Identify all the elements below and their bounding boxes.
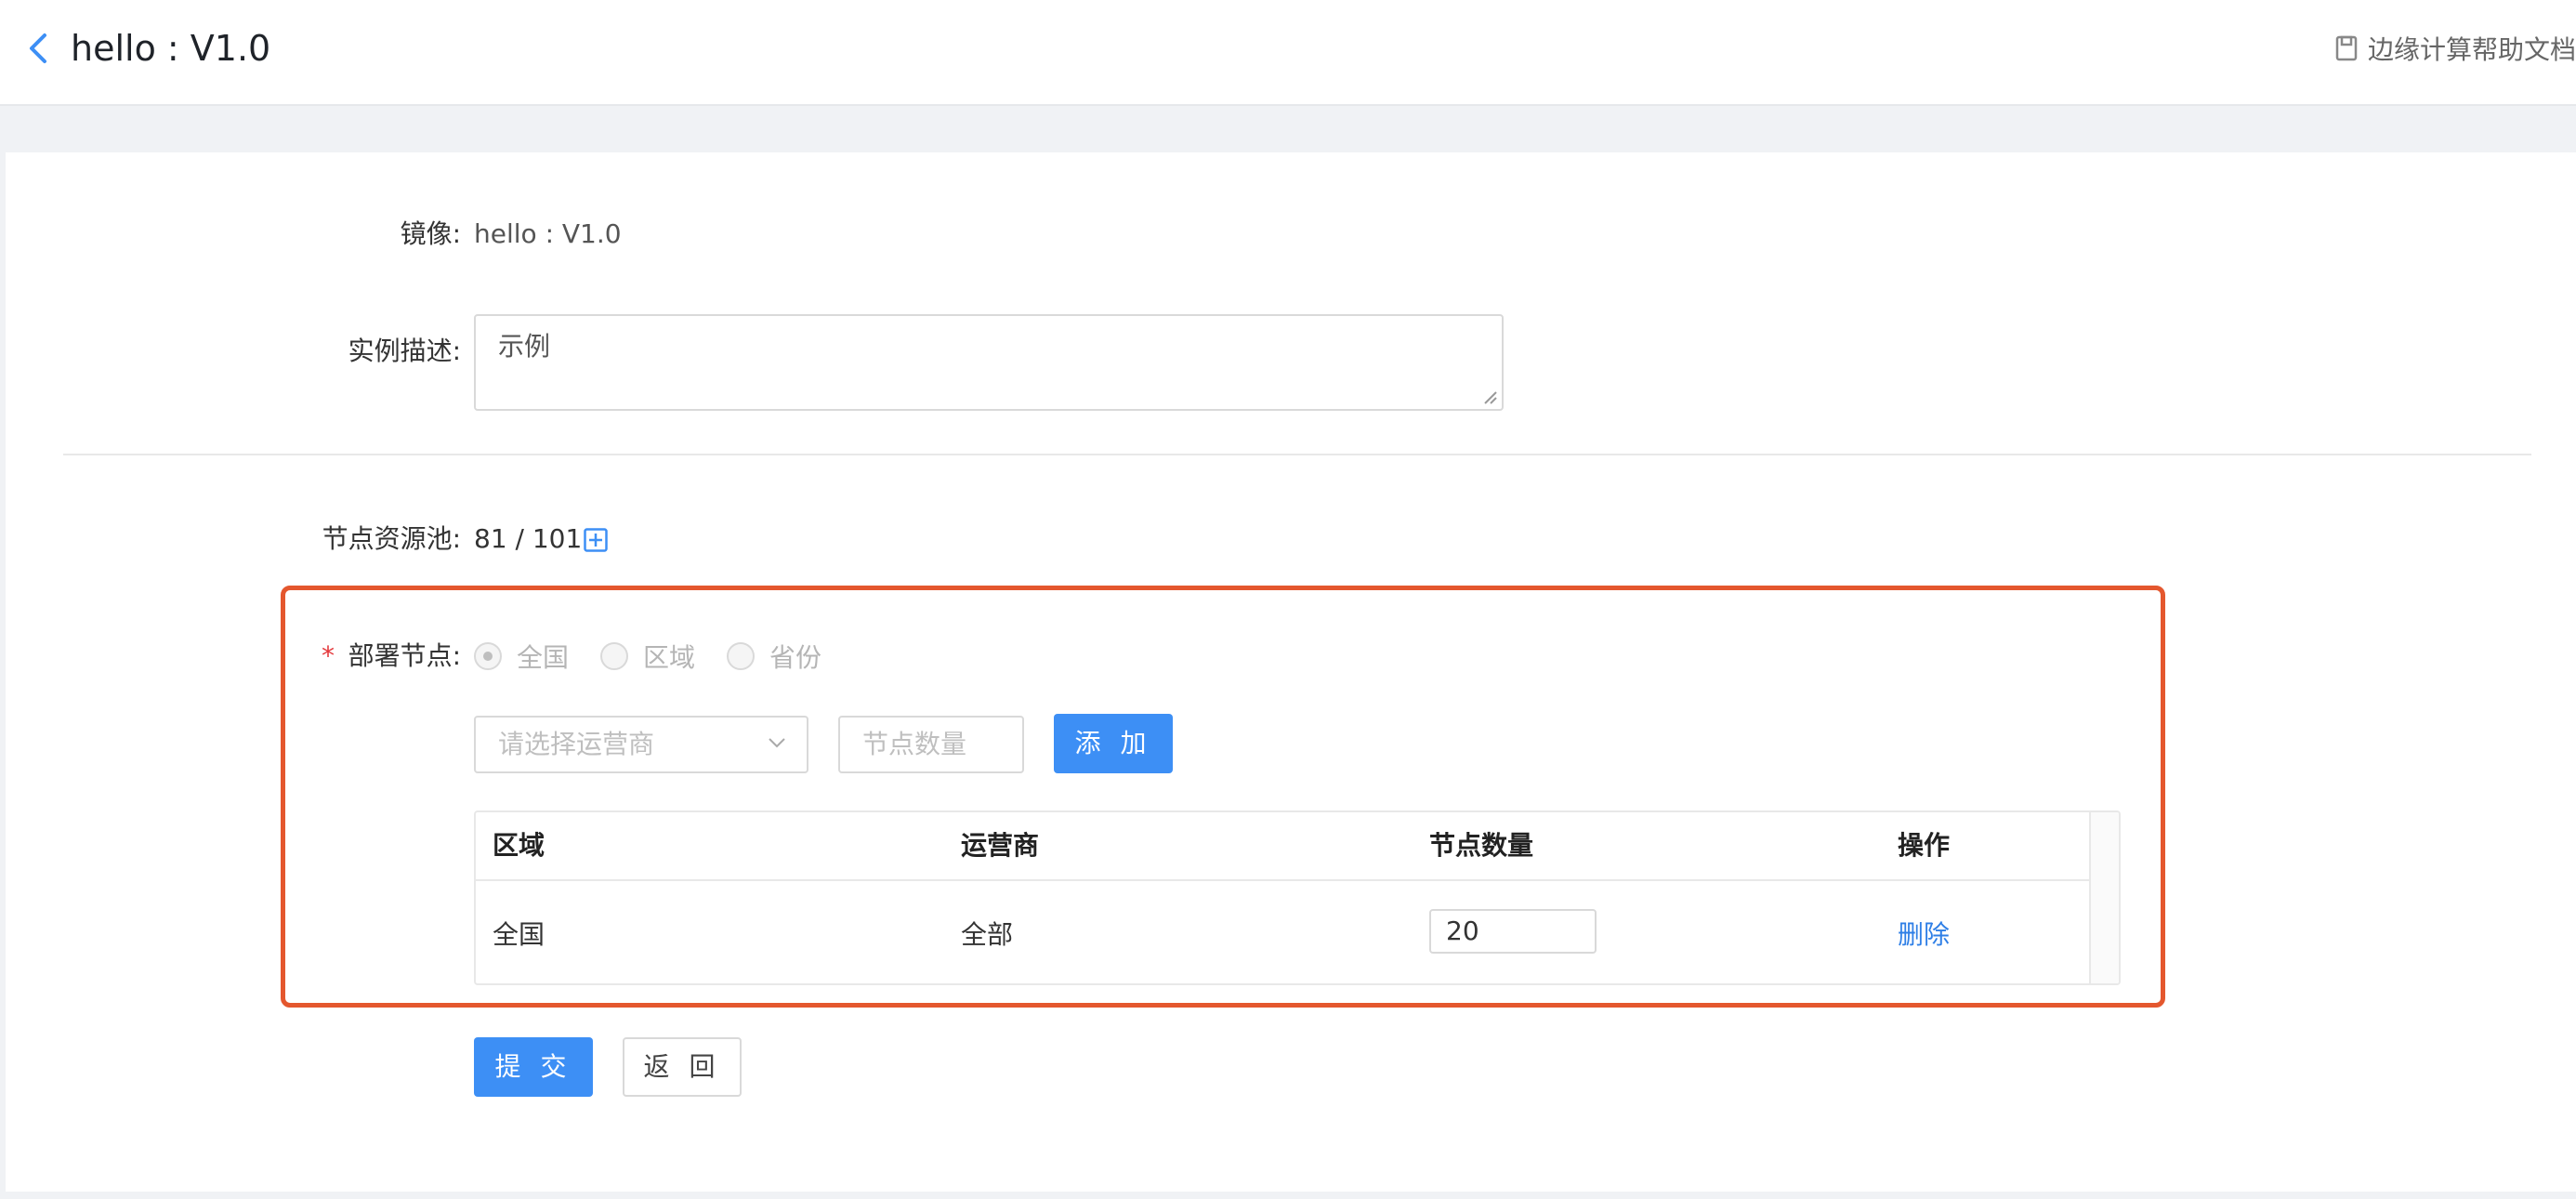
cell-carrier: 全部 (961, 919, 1014, 950)
expand-plus-icon[interactable] (584, 528, 608, 552)
column-header-count: 节点数量 (1429, 830, 1534, 861)
column-header-carrier: 运营商 (961, 830, 1040, 861)
help-link-label: 边缘计算帮助文档 (2367, 34, 2576, 65)
description-textarea[interactable]: 示例 (474, 314, 1504, 411)
radio-label: 全国 (517, 642, 570, 673)
description-label: 实例描述: (348, 336, 461, 366)
page-title: hello : V1.0 (71, 28, 271, 69)
radio-circle (727, 642, 756, 670)
carrier-select[interactable]: 请选择运营商 (474, 716, 808, 773)
radio-province[interactable]: 省份 (727, 638, 821, 675)
add-button[interactable]: 添 加 (1054, 714, 1173, 773)
description-text: 示例 (498, 331, 551, 362)
page-header: hello : V1.0 边缘计算帮助文档 (0, 0, 2576, 106)
radio-label: 省份 (769, 642, 822, 673)
radio-label: 区域 (643, 642, 696, 673)
image-value: hello : V1.0 (474, 218, 622, 249)
row-count-input[interactable]: 20 (1429, 909, 1597, 954)
delete-row-link[interactable]: 删除 (1898, 916, 1950, 954)
node-table: 区域 运营商 节点数量 操作 全国 全部 20 删除 (474, 810, 2121, 985)
radio-region[interactable]: 区域 (600, 638, 695, 675)
resize-handle-icon[interactable] (1481, 389, 1498, 405)
required-mark: * (322, 640, 335, 671)
submit-button[interactable]: 提 交 (474, 1037, 593, 1097)
radio-circle (600, 642, 629, 670)
column-header-action: 操作 (1898, 830, 1951, 861)
document-icon (2335, 35, 2358, 61)
carrier-placeholder: 请选择运营商 (498, 729, 655, 759)
table-scrollbar[interactable] (2089, 812, 2119, 983)
back-arrow-icon[interactable] (24, 30, 52, 67)
help-doc-link[interactable]: 边缘计算帮助文档 (2334, 30, 2576, 67)
table-header: 区域 运营商 节点数量 操作 (476, 812, 2091, 881)
table-row: 全国 全部 (476, 883, 2091, 983)
scope-radio-group: 全国 区域 省份 (474, 638, 853, 675)
column-header-region: 区域 (493, 830, 545, 861)
radio-circle (474, 642, 502, 670)
section-divider (63, 454, 2531, 455)
cell-region: 全国 (493, 919, 545, 950)
count-placeholder: 节点数量 (862, 729, 967, 759)
pool-value: 81 / 101 (474, 523, 583, 554)
chevron-down-icon (769, 738, 785, 748)
back-button[interactable]: 返 回 (623, 1037, 742, 1097)
pool-label: 节点资源池: (322, 523, 461, 554)
node-count-input[interactable]: 节点数量 (838, 716, 1024, 773)
radio-nationwide[interactable]: 全国 (474, 638, 569, 675)
image-label: 镜像: (400, 218, 461, 249)
deploy-label: 部署节点: (348, 640, 461, 671)
